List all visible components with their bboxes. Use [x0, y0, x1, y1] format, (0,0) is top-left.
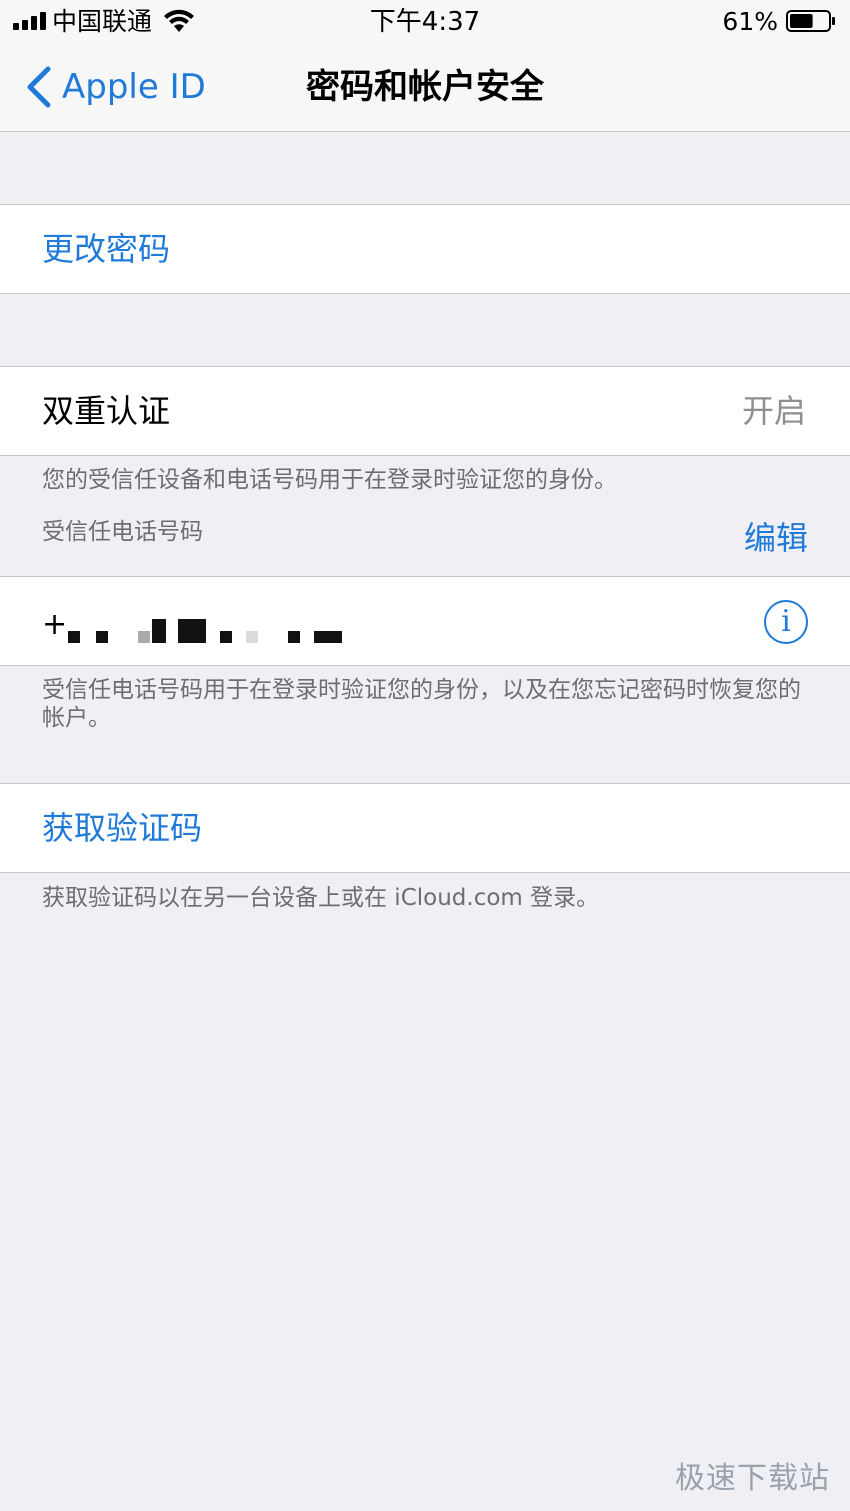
verification-footer: 获取验证码以在另一台设备上或在 iCloud.com 登录。: [42, 885, 600, 911]
page-title: 密码和帐户安全: [306, 67, 544, 107]
redaction-pixel: [138, 631, 150, 643]
redaction-pixel: [68, 631, 80, 643]
redaction-pixel: [246, 631, 258, 643]
get-verification-code-label: 获取验证码: [42, 809, 203, 847]
redaction-pixel: [178, 619, 206, 643]
redaction-pixel: [314, 631, 342, 643]
info-icon[interactable]: i: [764, 600, 808, 644]
trusted-phone-header: 受信任电话号码: [42, 519, 203, 545]
redaction-pixel: [288, 631, 300, 643]
nav-bar: Apple ID 密码和帐户安全: [0, 44, 850, 132]
trusted-phone-row[interactable]: + i: [0, 576, 850, 666]
status-bar: 中国联通 下午4:37 61%: [0, 0, 850, 44]
two-factor-description: 您的受信任设备和电话号码用于在登录时验证您的身份。: [42, 467, 617, 493]
trusted-phone-footer: 受信任电话号码用于在登录时验证您的身份，以及在您忘记密码时恢复您的帐户。: [42, 677, 801, 731]
two-factor-row: 双重认证 开启: [0, 366, 850, 456]
edit-button[interactable]: 编辑: [744, 516, 808, 560]
watermark: 极速下载站: [675, 1461, 830, 1496]
redaction-pixel: [220, 631, 232, 643]
two-factor-label: 双重认证: [42, 392, 171, 430]
battery-icon: [786, 10, 835, 32]
redaction-pixel: [96, 631, 108, 643]
battery-percent: 61%: [722, 7, 778, 36]
change-password-row[interactable]: 更改密码: [0, 204, 850, 294]
phone-number-redacted: +: [42, 605, 362, 645]
get-verification-code-row[interactable]: 获取验证码: [0, 783, 850, 873]
phone-prefix: +: [42, 607, 68, 642]
redaction-pixel: [152, 619, 166, 643]
change-password-label: 更改密码: [42, 230, 171, 268]
two-factor-status: 开启: [741, 392, 806, 430]
